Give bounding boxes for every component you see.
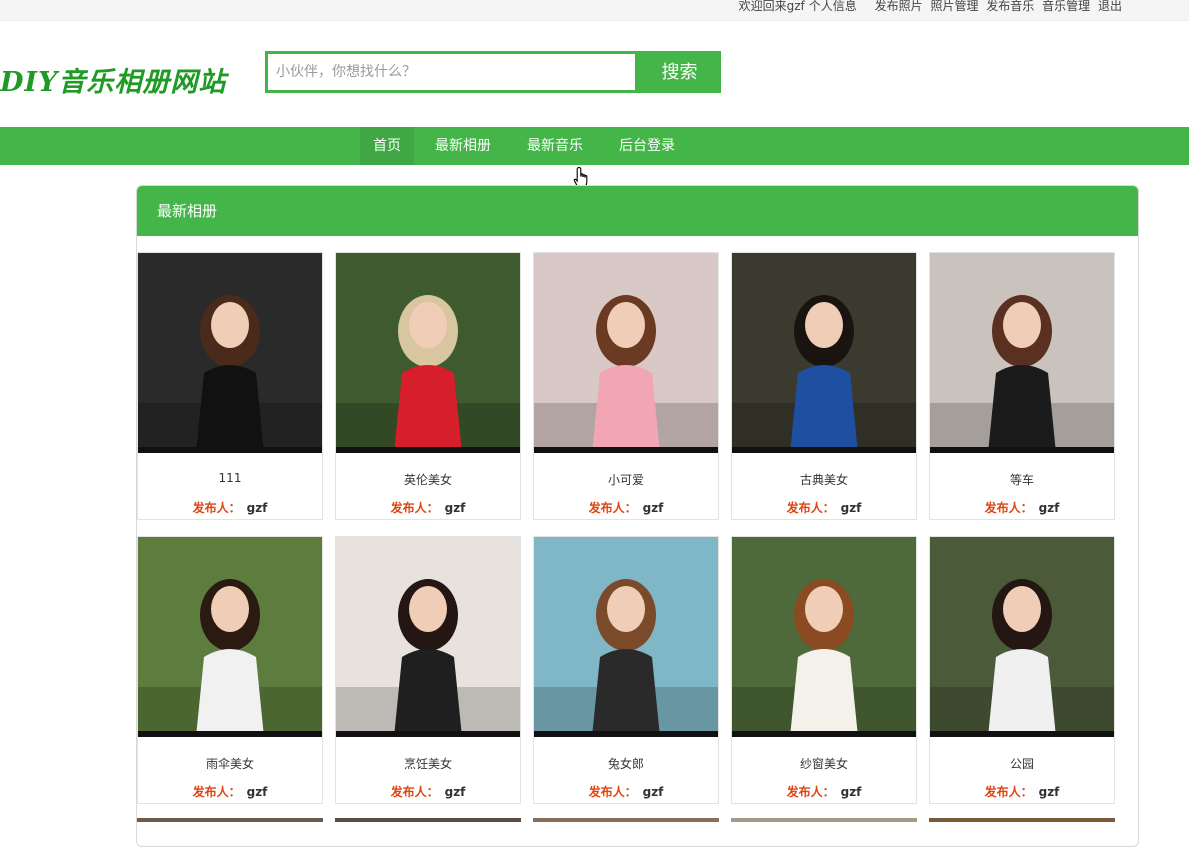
publisher-name: gzf [642,785,664,799]
search-bar: 搜索 [265,51,721,93]
album-card[interactable]: 兔女郎发布人： gzf [533,536,719,804]
album-photo[interactable] [534,253,718,453]
publisher-label: 发布人： [984,501,1033,515]
panel-title: 最新相册 [137,186,1138,236]
publisher-label: 发布人： [390,785,439,799]
album-title[interactable]: 111 [138,471,322,485]
publisher-label: 发布人： [786,785,835,799]
nav-latest-albums[interactable]: 最新相册 [435,127,491,165]
album-card[interactable]: 等车发布人： gzf [929,252,1115,520]
next-row-photo-stub [929,818,1115,822]
publisher-name: gzf [642,501,664,515]
album-photo[interactable] [138,253,322,453]
nav-latest-music[interactable]: 最新音乐 [527,127,583,165]
manage-photo-link[interactable]: 照片管理 [930,0,978,13]
album-publisher: 发布人： gzf [138,499,322,516]
publisher-name: gzf [444,785,466,799]
publisher-label: 发布人： [192,785,241,799]
nav-home[interactable]: 首页 [360,127,414,165]
main-nav: 首页 最新相册 最新音乐 后台登录 [0,127,1189,165]
next-row-photo-stub [731,818,917,822]
profile-link[interactable]: 个人信息 [809,0,857,13]
publisher-label: 发布人： [588,785,637,799]
album-publisher: 发布人： gzf [336,499,520,516]
publisher-label: 发布人： [192,501,241,515]
album-card[interactable]: 111 发布人： gzf [137,252,323,520]
publisher-name: gzf [444,501,466,515]
album-publisher: 发布人： gzf [732,783,916,800]
album-title[interactable]: 古典美女 [732,471,916,488]
album-title[interactable]: 英伦美女 [336,471,520,488]
next-row-photo-stub [533,818,719,822]
album-photo[interactable] [930,253,1114,453]
album-card[interactable]: 古典美女发布人： gzf [731,252,917,520]
nav-admin-login[interactable]: 后台登录 [619,127,675,165]
publisher-name: gzf [840,785,862,799]
album-photo[interactable] [138,537,322,737]
album-card[interactable]: 英伦美女发布人： gzf [335,252,521,520]
top-bar: 欢迎回来gzf 个人信息 发布照片 照片管理 发布音乐 音乐管理 退出 [0,0,1189,21]
search-input[interactable] [265,51,638,93]
post-music-link[interactable]: 发布音乐 [986,0,1034,13]
publisher-name: gzf [1038,501,1060,515]
publisher-label: 发布人： [984,785,1033,799]
album-title[interactable]: 小可爱 [534,471,718,488]
publisher-name: gzf [840,501,862,515]
publisher-label: 发布人： [390,501,439,515]
publisher-name: gzf [246,501,268,515]
album-card[interactable]: 雨伞美女发布人： gzf [137,536,323,804]
album-publisher: 发布人： gzf [534,499,718,516]
album-card[interactable]: 纱窗美女发布人： gzf [731,536,917,804]
manage-music-link[interactable]: 音乐管理 [1042,0,1090,13]
album-card[interactable]: 公园发布人： gzf [929,536,1115,804]
album-title[interactable]: 公园 [930,755,1114,772]
search-button[interactable]: 搜索 [638,51,721,93]
album-title[interactable]: 等车 [930,471,1114,488]
album-photo[interactable] [732,253,916,453]
album-title[interactable]: 雨伞美女 [138,755,322,772]
publisher-name: gzf [1038,785,1060,799]
welcome-text: 欢迎回来gzf [738,0,805,13]
album-publisher: 发布人： gzf [930,499,1114,516]
album-photo[interactable] [336,537,520,737]
logout-link[interactable]: 退出 [1098,0,1122,13]
album-photo[interactable] [732,537,916,737]
album-photo[interactable] [930,537,1114,737]
site-logo[interactable]: DIY音乐相册网站 [0,60,226,99]
publisher-name: gzf [246,785,268,799]
publisher-label: 发布人： [786,501,835,515]
album-title[interactable]: 兔女郎 [534,755,718,772]
post-photo-link[interactable]: 发布照片 [875,0,923,13]
album-title[interactable]: 烹饪美女 [336,755,520,772]
album-publisher: 发布人： gzf [336,783,520,800]
album-title[interactable]: 纱窗美女 [732,755,916,772]
album-card[interactable]: 烹饪美女发布人： gzf [335,536,521,804]
album-publisher: 发布人： gzf [534,783,718,800]
next-row-photo-stub [335,818,521,822]
next-row-photo-stub [137,818,323,822]
album-publisher: 发布人： gzf [732,499,916,516]
album-card[interactable]: 小可爱发布人： gzf [533,252,719,520]
publisher-label: 发布人： [588,501,637,515]
album-photo[interactable] [534,537,718,737]
album-publisher: 发布人： gzf [138,783,322,800]
album-publisher: 发布人： gzf [930,783,1114,800]
album-photo[interactable] [336,253,520,453]
user-links: 欢迎回来gzf 个人信息 发布照片 照片管理 发布音乐 音乐管理 退出 [735,0,1122,20]
